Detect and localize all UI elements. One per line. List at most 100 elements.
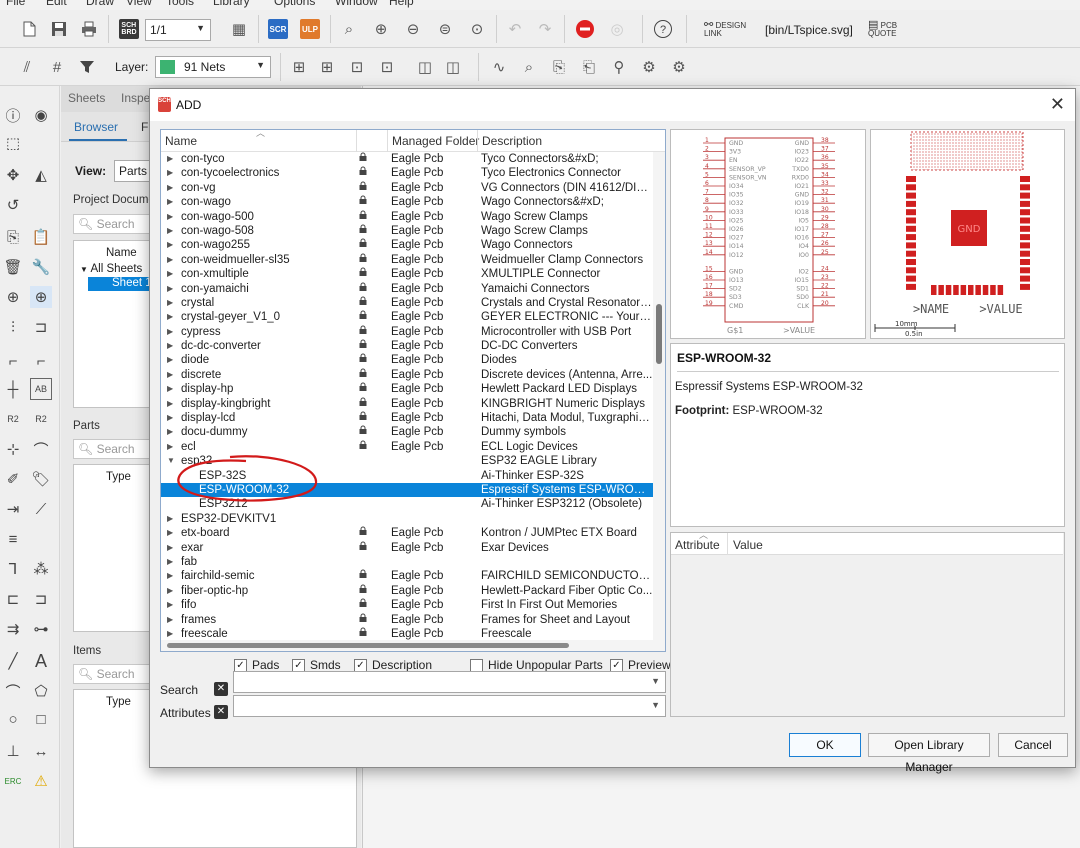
arrows-icon[interactable]: ⇉: [2, 618, 24, 640]
redo-icon[interactable]: ↷: [534, 18, 556, 40]
expand-arrow-icon[interactable]: ▶: [167, 440, 177, 454]
gate-icon[interactable]: ⊐: [30, 316, 52, 338]
polygon-icon[interactable]: ⬠: [30, 680, 52, 702]
library-row[interactable]: ▶ con-weidmueller-sl35 Eagle Pcb Weidmuelle…: [161, 253, 653, 267]
library-row[interactable]: ▶ ESP32-DEVKITV1: [161, 512, 653, 526]
search-input[interactable]: ▼: [233, 671, 666, 693]
pin-icon[interactable]: ⫶: [2, 316, 24, 338]
tool-icon-2[interactable]: ⎗: [578, 56, 600, 78]
tab-f[interactable]: F: [141, 120, 148, 134]
rotate-icon[interactable]: ↺: [2, 194, 24, 216]
menu-item-window[interactable]: Window: [335, 0, 378, 8]
zoom-in-icon[interactable]: ⊕: [370, 18, 392, 40]
move-icon[interactable]: ✥: [2, 164, 24, 186]
menu-item-tools[interactable]: Tools: [166, 0, 194, 8]
sheet-item[interactable]: Sheet 1: [88, 277, 154, 291]
library-row[interactable]: ▶ ecl Eagle Pcb ECL Logic Devices: [161, 440, 653, 454]
zoom-fit-icon[interactable]: ⌕: [338, 18, 360, 40]
library-row[interactable]: ▶ etx-board Eagle Pcb Kontron / JUMPtec ETX…: [161, 526, 653, 540]
library-row[interactable]: ▶ fairchild-semic Eagle Pcb FAIRCHILD SEMIC…: [161, 569, 653, 583]
parts-search[interactable]: 🔍︎ Search: [73, 439, 153, 459]
checkbox-pads[interactable]: ✓ Pads: [234, 658, 279, 672]
expand-arrow-icon[interactable]: ▶: [167, 310, 177, 324]
expand-arrow-icon[interactable]: ▶: [167, 569, 177, 583]
menu-item-view[interactable]: View: [126, 0, 152, 8]
add-icon[interactable]: ⊕: [30, 286, 52, 308]
library-row[interactable]: ▶ frames Eagle Pcb Frames for Sheet and Lay…: [161, 613, 653, 627]
select-icon[interactable]: ⬚: [2, 132, 24, 154]
column-attribute[interactable]: Attribute: [675, 538, 720, 552]
library-row[interactable]: ▶ fifo Eagle Pcb First In First Out Memorie…: [161, 598, 653, 612]
column-description[interactable]: Description: [482, 134, 542, 148]
library-row[interactable]: ▶ discrete Eagle Pcb Discrete devices (Ante…: [161, 368, 653, 382]
library-row[interactable]: ▶ con-wago-500 Eagle Pcb Wago Screw Clamps: [161, 210, 653, 224]
column-value[interactable]: Value: [733, 538, 763, 552]
smash-icon[interactable]: ✐: [2, 468, 24, 490]
wire-style-icon[interactable]: ⫽: [16, 56, 38, 78]
split-icon[interactable]: ⊹: [2, 438, 24, 460]
column-name[interactable]: Name: [165, 134, 197, 148]
layer-select[interactable]: 91 Nets ▼: [155, 56, 271, 78]
clear-search-icon[interactable]: ✕: [214, 682, 228, 696]
expand-arrow-icon[interactable]: ▶: [167, 613, 177, 627]
text-icon[interactable]: A: [30, 650, 52, 672]
ok-button[interactable]: OK: [789, 733, 861, 757]
view-select[interactable]: Parts: [114, 160, 154, 182]
script-path-label[interactable]: [bin/LTspice.svg]: [765, 23, 853, 37]
align-grid-icon-3[interactable]: ⊡: [346, 56, 368, 78]
stop-icon[interactable]: [574, 18, 596, 40]
undo-icon[interactable]: ↶: [504, 18, 526, 40]
copy-icon[interactable]: ⎘: [2, 226, 24, 248]
mark-icon[interactable]: ⊥: [2, 740, 24, 762]
new-file-icon[interactable]: [18, 18, 40, 40]
library-row[interactable]: ▶ diode Eagle Pcb Diodes: [161, 353, 653, 367]
library-row[interactable]: ▶ con-yamaichi Eagle Pcb Yamaichi Connector…: [161, 282, 653, 296]
menu-item-help[interactable]: Help: [389, 0, 414, 8]
expand-arrow-icon[interactable]: ▶: [167, 425, 177, 439]
delete-icon[interactable]: 🗑: [2, 256, 24, 278]
label-icon[interactable]: AB: [30, 378, 52, 400]
library-icon[interactable]: ▦: [228, 18, 250, 40]
dimension-icon[interactable]: ↔: [30, 740, 52, 762]
expand-arrow-icon[interactable]: ▶: [167, 382, 177, 396]
zoom-select-icon[interactable]: ⊙: [466, 18, 488, 40]
slash-icon[interactable]: ⟋: [30, 498, 52, 520]
expand-arrow-icon[interactable]: ▶: [167, 253, 177, 267]
paste-icon[interactable]: 📋: [30, 226, 52, 248]
help-icon[interactable]: ?: [652, 18, 674, 40]
tab-inspector[interactable]: Inspe: [121, 91, 150, 105]
warning-icon[interactable]: ⚠: [30, 770, 52, 792]
go-icon[interactable]: ◎: [606, 18, 628, 40]
rectangle-icon[interactable]: □: [30, 708, 52, 730]
expand-arrow-icon[interactable]: ▶: [167, 339, 177, 353]
menu-item-draw[interactable]: Draw: [86, 0, 114, 8]
expand-arrow-icon[interactable]: ▶: [167, 166, 177, 180]
grid-icon[interactable]: #: [46, 56, 68, 78]
add-part-icon[interactable]: ⊕: [2, 286, 24, 308]
library-row[interactable]: ▶ con-wago-508 Eagle Pcb Wago Screw Clamps: [161, 224, 653, 238]
expand-arrow-icon[interactable]: ▶: [167, 195, 177, 209]
vertical-scrollbar[interactable]: [653, 152, 665, 651]
all-sheets-item[interactable]: ▼ All Sheets: [80, 263, 142, 275]
arc-icon[interactable]: ⌒: [2, 680, 24, 702]
settings-alt-icon[interactable]: ⚙: [668, 56, 690, 78]
expand-arrow-icon[interactable]: ▶: [167, 512, 177, 526]
frame-icon-1[interactable]: ⊏: [2, 588, 24, 610]
items-search[interactable]: 🔍︎ Search: [73, 664, 153, 684]
library-row[interactable]: ▶ display-kingbright Eagle Pcb KINGBRIGHT N…: [161, 397, 653, 411]
expand-arrow-icon[interactable]: ▶: [167, 598, 177, 612]
expand-arrow-icon[interactable]: ▶: [167, 152, 177, 166]
checkbox-preview[interactable]: ✓ Preview: [610, 658, 671, 672]
bus-icon[interactable]: ⌐: [30, 350, 52, 372]
expand-arrow-icon[interactable]: ▶: [167, 555, 177, 569]
ulp-icon[interactable]: ULP: [300, 19, 320, 39]
value-icon[interactable]: R2: [30, 408, 52, 430]
checkbox-box[interactable]: [470, 658, 483, 672]
zoom-out-icon[interactable]: ⊖: [402, 18, 424, 40]
expand-arrow-icon[interactable]: ▶: [167, 181, 177, 195]
library-row[interactable]: ▶ dc-dc-converter Eagle Pcb DC-DC Converter…: [161, 339, 653, 353]
hook-icon[interactable]: Ꞁ: [2, 558, 24, 580]
menu-item-file[interactable]: File: [6, 0, 25, 8]
expand-arrow-icon[interactable]: ▶: [167, 238, 177, 252]
column-managed-folder[interactable]: Managed Folder: [392, 134, 479, 148]
